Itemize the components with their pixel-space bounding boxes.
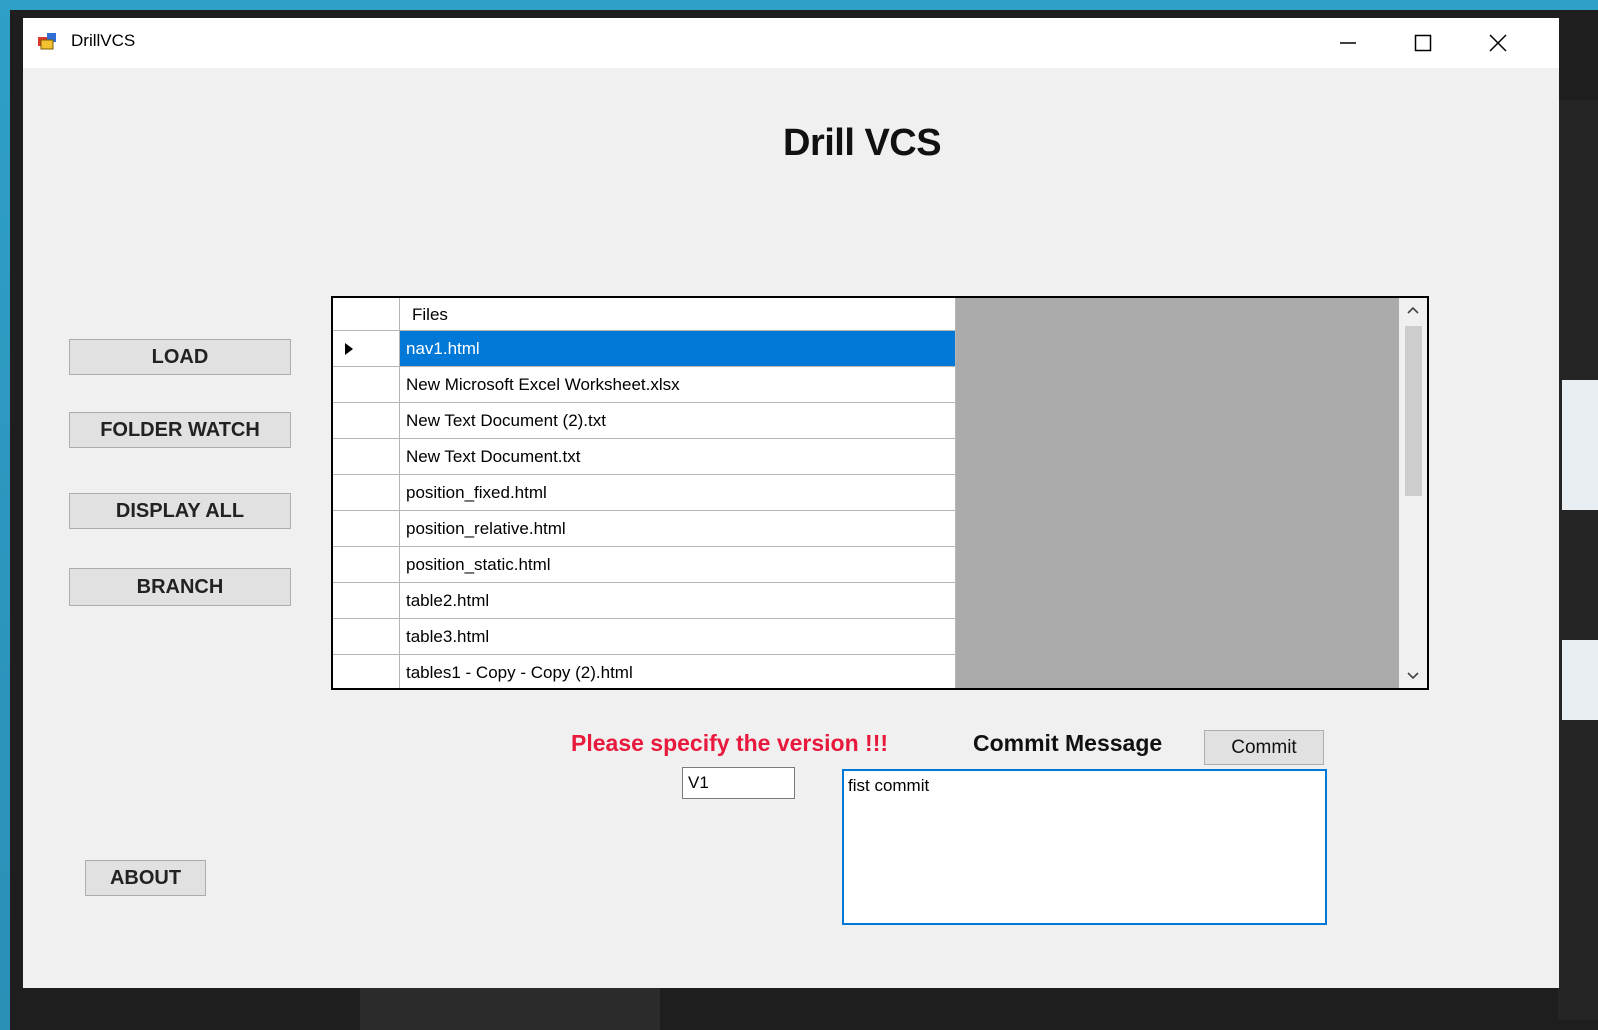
row-header[interactable] <box>333 475 400 510</box>
files-grid[interactable]: Files nav1.html New Microsoft Excel Works… <box>331 296 1429 690</box>
file-cell[interactable]: New Microsoft Excel Worksheet.xlsx <box>400 367 956 402</box>
table-row[interactable]: New Text Document.txt <box>333 439 956 475</box>
background-panel <box>360 985 660 1030</box>
row-header[interactable] <box>333 583 400 618</box>
file-cell[interactable]: position_relative.html <box>400 511 956 546</box>
version-input[interactable] <box>682 767 795 799</box>
minimize-icon <box>1340 42 1356 44</box>
scroll-down-button[interactable] <box>1399 664 1427 688</box>
scrollbar-thumb[interactable] <box>1405 326 1422 496</box>
table-row[interactable]: table3.html <box>333 619 956 655</box>
table-row[interactable]: position_relative.html <box>333 511 956 547</box>
column-header-files[interactable]: Files <box>400 298 956 330</box>
row-header-corner <box>333 298 400 330</box>
commit-message-label: Commit Message <box>973 730 1163 756</box>
table-row[interactable]: nav1.html <box>333 331 956 367</box>
row-header[interactable] <box>333 547 400 582</box>
close-button[interactable] <box>1463 18 1533 68</box>
window-title: DrillVCS <box>71 31 136 50</box>
commit-message-field[interactable]: fist commit <box>842 769 1327 925</box>
maximize-button[interactable] <box>1388 18 1458 68</box>
title-bar[interactable]: DrillVCS <box>23 18 1559 68</box>
table-row[interactable]: position_fixed.html <box>333 475 956 511</box>
file-cell[interactable]: nav1.html <box>400 331 956 366</box>
row-header[interactable] <box>333 619 400 654</box>
table-row[interactable]: New Microsoft Excel Worksheet.xlsx <box>333 367 956 403</box>
commit-button[interactable]: Commit <box>1204 730 1324 765</box>
branch-button[interactable]: BRANCH <box>69 568 291 606</box>
table-header-row: Files <box>333 298 956 331</box>
files-table: Files nav1.html New Microsoft Excel Works… <box>333 298 956 688</box>
row-header[interactable] <box>333 403 400 438</box>
file-cell[interactable]: table2.html <box>400 583 956 618</box>
display-all-button[interactable]: DISPLAY ALL <box>69 493 291 529</box>
close-icon <box>1489 34 1507 52</box>
table-row[interactable]: New Text Document (2).txt <box>333 403 956 439</box>
chevron-up-icon <box>1407 306 1419 314</box>
app-window-icon <box>38 33 56 50</box>
about-button[interactable]: ABOUT <box>85 860 206 896</box>
row-header[interactable] <box>333 439 400 474</box>
file-cell[interactable]: table3.html <box>400 619 956 654</box>
file-cell[interactable]: New Text Document (2).txt <box>400 403 956 438</box>
current-row-icon <box>345 343 353 355</box>
row-header[interactable] <box>333 331 400 366</box>
scroll-up-button[interactable] <box>1399 298 1427 322</box>
page-title: Drill VCS <box>783 122 942 164</box>
load-button[interactable]: LOAD <box>69 339 291 375</box>
background-thumbnail <box>1562 640 1598 720</box>
chevron-down-icon <box>1407 672 1419 680</box>
row-header[interactable] <box>333 511 400 546</box>
folder-watch-button[interactable]: FOLDER WATCH <box>69 412 291 448</box>
vertical-scrollbar[interactable] <box>1399 298 1427 688</box>
file-cell[interactable]: New Text Document.txt <box>400 439 956 474</box>
maximize-icon <box>1414 34 1432 52</box>
file-cell[interactable]: tables1 - Copy - Copy (2).html <box>400 655 956 688</box>
minimize-button[interactable] <box>1313 18 1383 68</box>
version-warning: Please specify the version !!! <box>571 730 889 756</box>
file-cell[interactable]: position_fixed.html <box>400 475 956 510</box>
background-panel-right <box>1558 100 1598 1020</box>
row-header[interactable] <box>333 367 400 402</box>
row-header[interactable] <box>333 655 400 688</box>
table-row[interactable]: tables1 - Copy - Copy (2).html <box>333 655 956 688</box>
background-thumbnail <box>1562 380 1598 510</box>
table-row[interactable]: table2.html <box>333 583 956 619</box>
app-window: DrillVCS Drill VCS LOAD FOLDER WATCH DIS… <box>23 18 1559 988</box>
file-cell[interactable]: position_static.html <box>400 547 956 582</box>
table-row[interactable]: position_static.html <box>333 547 956 583</box>
